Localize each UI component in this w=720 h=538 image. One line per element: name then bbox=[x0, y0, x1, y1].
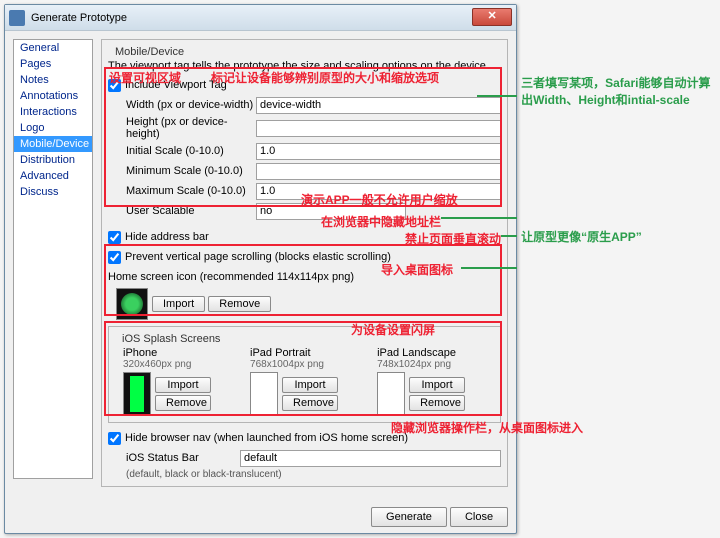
group-legend: Mobile/Device bbox=[112, 46, 187, 58]
splash-ipadp-remove-button[interactable]: Remove bbox=[282, 395, 338, 411]
category-sidebar: General Pages Notes Annotations Interact… bbox=[13, 39, 93, 479]
status-bar-input[interactable] bbox=[240, 450, 501, 467]
hide-browser-nav-checkbox[interactable] bbox=[108, 432, 121, 445]
splash-ipadp-size: 768x1004px png bbox=[250, 359, 367, 370]
splash-ipadl-size: 748x1024px png bbox=[377, 359, 494, 370]
splash-ipadl-preview bbox=[377, 372, 405, 416]
sidebar-item-advanced[interactable]: Advanced bbox=[14, 168, 92, 184]
note-native: 让原型更像“原生APP” bbox=[521, 228, 716, 245]
hide-browser-nav-label: Hide browser nav (when launched from iOS… bbox=[125, 432, 408, 444]
dialog-generate-prototype: Generate Prototype ✕ General Pages Notes… bbox=[4, 4, 517, 534]
splash-group: iOS Splash Screens iPhone 320x460px png … bbox=[108, 326, 501, 423]
home-icon-import-button[interactable]: Import bbox=[152, 296, 205, 312]
splash-ipadl-title: iPad Landscape bbox=[377, 347, 494, 359]
prevent-scroll-label: Prevent vertical page scrolling (blocks … bbox=[125, 251, 391, 263]
splash-iphone-preview bbox=[123, 372, 151, 416]
home-icon-remove-button[interactable]: Remove bbox=[208, 296, 271, 312]
sidebar-item-notes[interactable]: Notes bbox=[14, 72, 92, 88]
splash-iphone-remove-button[interactable]: Remove bbox=[155, 395, 211, 411]
splash-iphone-import-button[interactable]: Import bbox=[155, 377, 211, 393]
width-label: Width (px or device-width) bbox=[108, 99, 256, 111]
side-notes: 三者填写某项，Safari能够自动计算出Width、Height和intial-… bbox=[521, 4, 716, 534]
mobile-device-group: Mobile/Device The viewport tag tells the… bbox=[101, 39, 508, 487]
viewport-desc: The viewport tag tells the prototype the… bbox=[108, 60, 501, 72]
sidebar-item-interactions[interactable]: Interactions bbox=[14, 104, 92, 120]
splash-iphone-size: 320x460px png bbox=[123, 359, 240, 370]
height-label: Height (px or device-height) bbox=[108, 116, 256, 140]
user-scalable-label: User Scalable bbox=[108, 205, 256, 217]
hide-address-label: Hide address bar bbox=[125, 231, 209, 243]
window-title: Generate Prototype bbox=[31, 12, 127, 24]
home-icon-preview bbox=[116, 288, 148, 320]
initial-scale-input[interactable] bbox=[256, 143, 501, 160]
max-scale-input[interactable] bbox=[256, 183, 501, 200]
include-viewport-label: Include Viewport Tag bbox=[125, 79, 227, 91]
hide-address-checkbox[interactable] bbox=[108, 231, 121, 244]
splash-ipadl-remove-button[interactable]: Remove bbox=[409, 395, 465, 411]
note-safari: 三者填写某项，Safari能够自动计算出Width、Height和intial-… bbox=[521, 74, 716, 108]
app-icon bbox=[9, 10, 25, 26]
user-scalable-input[interactable] bbox=[256, 203, 406, 220]
sidebar-item-annotations[interactable]: Annotations bbox=[14, 88, 92, 104]
titlebar[interactable]: Generate Prototype ✕ bbox=[5, 5, 516, 31]
dialog-footer: Generate Close bbox=[5, 501, 516, 533]
splash-iphone-title: iPhone bbox=[123, 347, 240, 359]
width-input[interactable] bbox=[256, 97, 501, 114]
status-bar-label: iOS Status Bar bbox=[108, 452, 240, 464]
height-input[interactable] bbox=[256, 120, 501, 137]
generate-button[interactable]: Generate bbox=[371, 507, 447, 527]
prevent-scroll-checkbox[interactable] bbox=[108, 251, 121, 264]
splash-ipadl-import-button[interactable]: Import bbox=[409, 377, 465, 393]
sidebar-item-discuss[interactable]: Discuss bbox=[14, 184, 92, 200]
splash-ipadp-import-button[interactable]: Import bbox=[282, 377, 338, 393]
min-scale-label: Minimum Scale (0-10.0) bbox=[108, 165, 256, 177]
max-scale-label: Maximum Scale (0-10.0) bbox=[108, 185, 256, 197]
close-window-button[interactable]: ✕ bbox=[472, 8, 512, 26]
sidebar-item-distribution[interactable]: Distribution bbox=[14, 152, 92, 168]
main-panel: Mobile/Device The viewport tag tells the… bbox=[101, 39, 508, 493]
status-bar-help: (default, black or black-translucent) bbox=[108, 469, 501, 480]
sidebar-item-general[interactable]: General bbox=[14, 40, 92, 56]
splash-legend: iOS Splash Screens bbox=[119, 333, 223, 345]
splash-ipadp-preview bbox=[250, 372, 278, 416]
initial-scale-label: Initial Scale (0-10.0) bbox=[108, 145, 256, 157]
include-viewport-checkbox[interactable] bbox=[108, 79, 121, 92]
close-button[interactable]: Close bbox=[450, 507, 508, 527]
sidebar-item-pages[interactable]: Pages bbox=[14, 56, 92, 72]
sidebar-item-mobile-device[interactable]: Mobile/Device bbox=[14, 136, 92, 152]
home-icon-label: Home screen icon (recommended 114x114px … bbox=[108, 271, 354, 283]
min-scale-input[interactable] bbox=[256, 163, 501, 180]
splash-ipad-landscape: iPad Landscape 748x1024px png Import Rem… bbox=[377, 347, 494, 416]
splash-iphone: iPhone 320x460px png Import Remove bbox=[123, 347, 240, 416]
splash-ipadp-title: iPad Portrait bbox=[250, 347, 367, 359]
splash-ipad-portrait: iPad Portrait 768x1004px png Import Remo… bbox=[250, 347, 367, 416]
sidebar-item-logo[interactable]: Logo bbox=[14, 120, 92, 136]
